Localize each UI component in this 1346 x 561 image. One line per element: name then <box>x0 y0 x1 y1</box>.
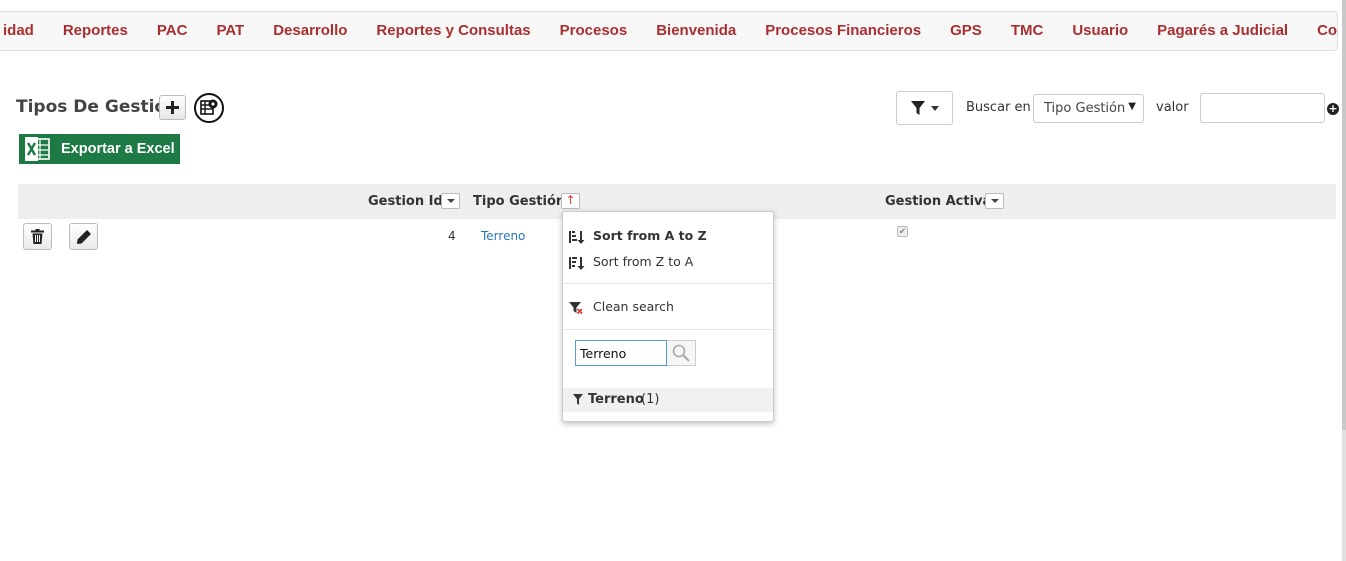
popup-search-input[interactable]: Terreno <box>575 340 667 366</box>
menu-item-contabilidad[interactable]: Contabilidad <box>1302 12 1337 50</box>
top-menu-bar: idad Reportes PAC PAT Desarrollo Reportes y C… <box>0 11 1338 51</box>
funnel-icon <box>573 394 583 405</box>
filter-result-name: Terreno <box>588 392 644 407</box>
vertical-scrollbar[interactable] <box>1342 0 1346 561</box>
menu-item-idad[interactable]: idad <box>0 12 48 50</box>
menu-item-reportes[interactable]: Reportes <box>48 12 142 50</box>
popup-divider <box>563 329 773 330</box>
top-menu-list: idad Reportes PAC PAT Desarrollo Reportes y C… <box>0 12 1337 50</box>
pencil-icon <box>76 229 91 244</box>
buscar-en-select[interactable]: Tipo Gestión ▼ <box>1033 94 1144 123</box>
table-settings-button[interactable] <box>194 93 224 123</box>
export-excel-button[interactable]: Exportar a Excel <box>19 134 180 164</box>
column-filter-popup: Sort from A to Z Sort from Z to A Clean … <box>562 211 774 422</box>
menu-item-bienvenida[interactable]: Bienvenida <box>641 12 750 50</box>
gestion-activa-menu-button[interactable] <box>985 193 1004 209</box>
menu-item-tmc[interactable]: TMC <box>996 12 1058 50</box>
cell-tipo-gestion-link[interactable]: Terreno <box>481 229 525 243</box>
page-title: Tipos De Gestión <box>16 97 179 117</box>
magnifier-icon <box>672 344 690 362</box>
column-header-tipo-gestion: Tipo Gestión <box>473 194 566 209</box>
sort-z-to-a-item[interactable]: Sort from Z to A <box>593 254 693 269</box>
column-header-gestion-activa: Gestion Activa <box>885 194 992 209</box>
excel-icon <box>25 137 50 161</box>
menu-item-procesos-financieros[interactable]: Procesos Financieros <box>750 12 935 50</box>
filter-result-count: (1) <box>641 392 660 407</box>
column-header-gestion-id: Gestion Id <box>368 194 443 209</box>
plus-icon <box>166 101 179 114</box>
menu-item-desarrollo[interactable]: Desarrollo <box>258 12 361 50</box>
export-excel-label: Exportar a Excel <box>61 141 175 157</box>
menu-item-reportes-y-consultas[interactable]: Reportes y Consultas <box>361 12 544 50</box>
gestion-id-menu-button[interactable] <box>441 193 460 209</box>
menu-item-gps[interactable]: GPS <box>935 12 996 50</box>
clear-filter-icon <box>569 302 583 315</box>
menu-item-pac[interactable]: PAC <box>142 12 202 50</box>
add-filter-icon[interactable]: + <box>1327 103 1339 115</box>
chevron-down-icon <box>930 105 939 111</box>
filter-result-item[interactable]: Terreno (1) <box>563 388 773 412</box>
trash-icon <box>31 229 44 244</box>
buscar-en-label: Buscar en <box>966 100 1031 115</box>
menu-item-pat[interactable]: PAT <box>201 12 258 50</box>
sort-a-to-z-item[interactable]: Sort from A to Z <box>593 228 707 243</box>
sort-desc-icon <box>569 257 585 270</box>
cell-gestion-id: 4 <box>448 229 456 243</box>
cell-gestion-activa-checkbox: ✔ <box>897 226 908 237</box>
scrollbar-thumb[interactable] <box>1342 0 1346 430</box>
funnel-icon <box>910 101 925 115</box>
menu-item-usuario[interactable]: Usuario <box>1057 12 1142 50</box>
filter-dropdown-button[interactable] <box>896 91 953 125</box>
delete-row-button[interactable] <box>23 223 52 250</box>
table-gear-icon <box>200 99 218 115</box>
clean-search-item[interactable]: Clean search <box>593 299 674 314</box>
menu-item-pagarés-a-judicial[interactable]: Pagarés a Judicial <box>1142 12 1302 50</box>
edit-row-button[interactable] <box>69 223 98 250</box>
tipo-gestion-sort-button[interactable]: ↑ <box>561 193 580 209</box>
popup-divider <box>563 283 773 284</box>
popup-search-button[interactable] <box>667 340 696 366</box>
menu-item-procesos[interactable]: Procesos <box>545 12 642 50</box>
valor-label: valor <box>1156 100 1189 115</box>
add-button[interactable] <box>159 95 186 120</box>
valor-input[interactable] <box>1200 93 1325 123</box>
buscar-en-value: Tipo Gestión <box>1044 101 1126 116</box>
sort-asc-icon <box>569 231 585 244</box>
select-caret-icon: ▼ <box>1128 101 1136 112</box>
